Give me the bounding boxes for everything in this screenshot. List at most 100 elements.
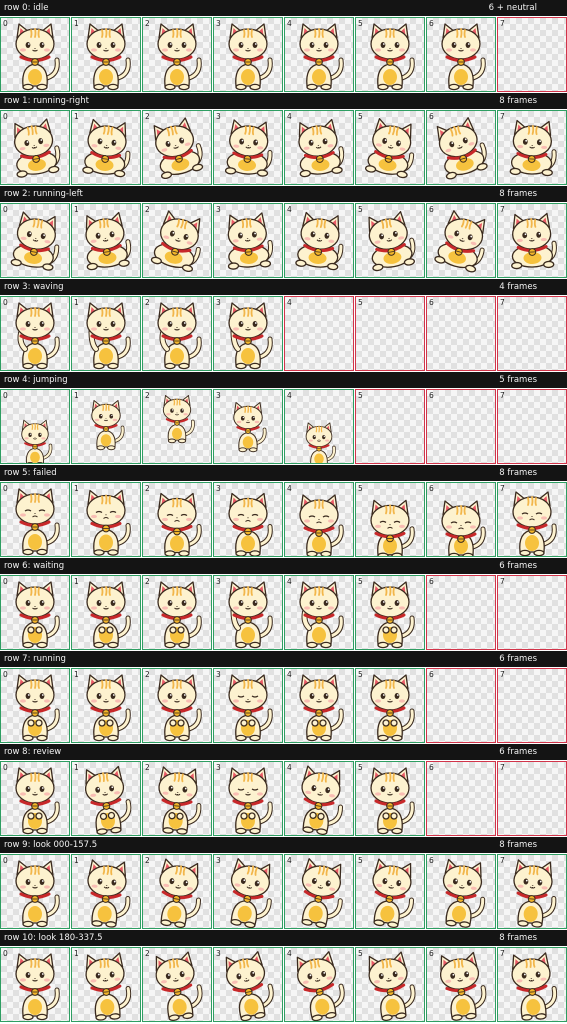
- sprite-frame: 4: [284, 947, 354, 1022]
- cat-sprite: [299, 23, 344, 91]
- sprite-frame: 5: [355, 110, 425, 185]
- cat-sprite: [85, 211, 132, 271]
- cat-sprite: [15, 488, 60, 556]
- row-title: row 6: waiting: [4, 561, 65, 571]
- sprite-frame: 1: [71, 575, 141, 650]
- row-frame-count: 5 frames: [499, 375, 537, 385]
- cat-sprite: [150, 210, 201, 273]
- empty-frame-slot: 7: [497, 668, 567, 743]
- cat-sprite: [298, 118, 345, 178]
- row-title: row 3: waving: [4, 282, 64, 292]
- sprite-frame: 6: [426, 482, 496, 557]
- sprite-frame: 2: [142, 575, 212, 650]
- sprite-frame: 3: [213, 17, 283, 92]
- cat-sprite: [162, 395, 195, 444]
- cat-sprite: [14, 118, 61, 178]
- cat-sprite: [296, 951, 345, 1021]
- empty-frame-slot: 7: [497, 575, 567, 650]
- sprite-row-4: row 4: jumping 5 frames 0 1 2 3 4 5 6 7: [0, 372, 567, 465]
- row-header: row 4: jumping 5 frames: [0, 372, 567, 388]
- cat-sprite: [228, 674, 273, 742]
- sprite-frame: 1: [71, 17, 141, 92]
- sprite-frame: 7: [497, 854, 567, 929]
- cat-sprite: [228, 767, 273, 835]
- cat-sprite: [224, 119, 273, 177]
- sprite-frame: 2: [142, 203, 212, 278]
- sprite-frame: 2: [142, 17, 212, 92]
- cat-sprite: [15, 953, 60, 1021]
- sprite-frame: 7: [497, 947, 567, 1022]
- sprite-frame: 7: [497, 203, 567, 278]
- cat-sprite: [228, 492, 273, 556]
- cat-sprite: [85, 952, 132, 1021]
- sprite-frame: 0: [0, 203, 70, 278]
- cat-sprite: [15, 674, 60, 742]
- sprite-frame: 0: [0, 296, 70, 371]
- cat-sprite: [441, 23, 486, 91]
- sprite-frame: 1: [71, 389, 141, 464]
- sprite-row-2: row 2: running-left 8 frames 0 1 2 3 4 5 6 7: [0, 186, 567, 279]
- frame-index-label: 6: [429, 298, 434, 307]
- sprite-frame: 5: [355, 482, 425, 557]
- row-frame-count: 4 frames: [499, 282, 537, 292]
- sprite-frame: 5: [355, 668, 425, 743]
- sprite-frame: 6: [426, 854, 496, 929]
- cat-sprite: [370, 767, 415, 835]
- cat-sprite: [228, 302, 273, 370]
- sprite-frame: 6: [426, 203, 496, 278]
- cat-sprite: [21, 419, 53, 463]
- frame-index-label: 6: [429, 670, 434, 679]
- empty-frame-slot: 5: [355, 389, 425, 464]
- row-frame-count: 6 frames: [499, 747, 537, 757]
- empty-frame-slot: 5: [355, 296, 425, 371]
- sprite-frame: 6: [426, 17, 496, 92]
- sprite-frame: 1: [71, 203, 141, 278]
- sprite-frame: 2: [142, 389, 212, 464]
- sprite-frame: 5: [355, 947, 425, 1022]
- cat-sprite: [295, 211, 344, 271]
- sprite-frame: 3: [213, 761, 283, 836]
- sprite-frame: 3: [213, 668, 283, 743]
- sprite-frame: 6: [426, 110, 496, 185]
- cat-sprite: [227, 212, 274, 270]
- sprite-frame: 2: [142, 668, 212, 743]
- row-header: row 3: waving 4 frames: [0, 279, 567, 295]
- row-header: row 2: running-left 8 frames: [0, 186, 567, 202]
- empty-frame-slot: 6: [426, 575, 496, 650]
- cat-sprite: [442, 858, 486, 928]
- cat-sprite: [82, 118, 131, 178]
- cat-sprite: [305, 422, 336, 463]
- cat-sprite: [301, 765, 344, 835]
- cat-sprite: [86, 674, 131, 742]
- sprite-frame: 0: [0, 575, 70, 650]
- cat-sprite: [512, 491, 557, 556]
- sprite-frame: 7: [497, 482, 567, 557]
- cat-sprite: [372, 858, 415, 928]
- row-header: row 9: look 000-157.5 8 frames: [0, 837, 567, 853]
- sprite-frame: 2: [142, 110, 212, 185]
- cat-sprite: [230, 858, 272, 928]
- sprite-frame: 1: [71, 668, 141, 743]
- row-frame-count: 6 + neutral: [488, 3, 537, 13]
- sprite-frame: 3: [213, 296, 283, 371]
- row-header: row 10: look 180-337.5 8 frames: [0, 930, 567, 946]
- cat-sprite: [86, 489, 131, 556]
- sprite-frame: 5: [355, 854, 425, 929]
- frame-index-label: 4: [287, 298, 292, 307]
- cat-sprite: [91, 400, 125, 451]
- cat-sprite: [299, 581, 344, 649]
- row-title: row 7: running: [4, 654, 66, 664]
- row-header: row 0: idle 6 + neutral: [0, 0, 567, 16]
- cat-sprite: [370, 674, 415, 742]
- row-title: row 9: look 000-157.5: [4, 840, 98, 850]
- row-frame-count: 8 frames: [499, 933, 537, 943]
- row-title: row 0: idle: [4, 3, 49, 13]
- row-frame-count: 8 frames: [499, 189, 537, 199]
- sprite-row-0: row 0: idle 6 + neutral 0 1 2 3 4 5 6 7: [0, 0, 567, 93]
- sprite-row-1: row 1: running-right 8 frames 0 1 2 3 4 5 6 7: [0, 93, 567, 186]
- cat-sprite: [157, 492, 202, 556]
- sprite-frame: 2: [142, 482, 212, 557]
- row-header: row 6: waiting 6 frames: [0, 558, 567, 574]
- sprite-frame: 1: [71, 296, 141, 371]
- sprite-frame: 3: [213, 575, 283, 650]
